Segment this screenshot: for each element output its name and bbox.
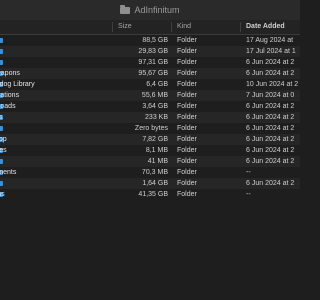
file-name: ations xyxy=(0,191,5,198)
file-kind: Folder xyxy=(177,48,197,55)
file-kind: Folder xyxy=(177,37,197,44)
file-name: eamdog Library xyxy=(0,81,35,88)
file-name: pplications xyxy=(0,92,20,99)
folder-icon xyxy=(120,4,131,14)
column-separator xyxy=(112,22,113,32)
file-kind: Folder xyxy=(177,81,197,88)
file-date-added: -- xyxy=(246,169,251,176)
file-date-added: 6 Jun 2024 at 2 xyxy=(246,114,295,121)
file-kind: Folder xyxy=(177,92,197,99)
table-row[interactable]: red 1,64 GB Folder 6 Jun 2024 at 2 xyxy=(0,178,300,189)
table-row[interactable]: eamdog Library 6,4 GB Folder 10 Jun 2024 at… xyxy=(0,79,300,90)
table-row[interactable]: pplications 55,6 MB Folder 7 Jun 2024 at 0 xyxy=(0,90,300,101)
file-date-added: 10 Jun 2024 at 2 xyxy=(246,81,299,88)
file-kind: Folder xyxy=(177,125,197,132)
table-row[interactable]: esktop 7,82 GB Folder 6 Jun 2024 at 2 xyxy=(0,134,300,145)
table-row[interactable]: ovies 233 KB Folder 6 Jun 2024 at 2 xyxy=(0,112,300,123)
file-size: 7,82 GB xyxy=(142,136,168,143)
file-size: 29,83 GB xyxy=(138,48,168,55)
file-name: ublic xyxy=(0,123,116,134)
table-row[interactable]: ownloads 3,64 GB Folder 6 Jun 2024 at 2 xyxy=(0,101,300,112)
file-size: 6,4 GB xyxy=(146,81,168,88)
file-name: ovies xyxy=(0,114,3,121)
window-title: AdInfinitum xyxy=(134,5,180,15)
file-date-added: 6 Jun 2024 at 2 xyxy=(246,70,295,77)
table-row[interactable]: usic 41 MB Folder 6 Jun 2024 at 2 xyxy=(0,156,300,167)
column-size-header[interactable]: Size xyxy=(118,20,132,34)
table-row[interactable]: ublic Zero bytes Folder 6 Jun 2024 at 2 xyxy=(0,123,300,134)
file-name: ofweapons xyxy=(0,70,20,77)
file-date-added: 17 Aug 2024 at xyxy=(246,37,294,44)
table-row[interactable]: ocuments 70,3 MB Folder -- xyxy=(0,167,300,178)
file-name: ictures xyxy=(0,147,7,154)
file-size: 3,64 GB xyxy=(142,103,168,110)
column-separator xyxy=(240,22,241,32)
file-date-added: 17 Jul 2024 at 1 xyxy=(246,48,296,55)
file-name: ownloads xyxy=(0,103,16,110)
column-separator xyxy=(171,22,172,32)
file-name: n xyxy=(0,46,116,57)
file-name: red xyxy=(0,178,116,189)
file-size: 8,1 MB xyxy=(145,147,168,154)
column-date-added-header[interactable]: Date Added xyxy=(246,20,316,34)
column-header: Size Kind Date Added xyxy=(0,20,300,35)
file-size: 97,31 GB xyxy=(138,59,168,66)
file-kind: Folder xyxy=(177,180,197,187)
file-kind: Folder xyxy=(177,136,197,143)
file-name xyxy=(0,57,116,68)
file-date-added: 6 Jun 2024 at 2 xyxy=(246,180,295,187)
file-kind: Folder xyxy=(177,59,197,66)
file-size: Zero bytes xyxy=(134,125,168,132)
table-row[interactable]: ations 41,35 GB Folder -- xyxy=(0,189,300,200)
file-kind: Folder xyxy=(177,103,197,110)
file-list: y 88,5 GB Folder 17 Aug 2024 at n 29,83 GB Fol… xyxy=(0,35,300,200)
file-date-added: 7 Jun 2024 at 0 xyxy=(246,92,295,99)
file-size: 88,5 GB xyxy=(142,37,168,44)
file-date-added: 6 Jun 2024 at 2 xyxy=(246,125,295,132)
file-kind: Folder xyxy=(177,158,197,165)
table-row[interactable]: ictures 8,1 MB Folder 6 Jun 2024 at 2 xyxy=(0,145,300,156)
file-date-added: 6 Jun 2024 at 2 xyxy=(246,59,295,66)
file-name: usic xyxy=(0,156,116,167)
file-size: 1,64 GB xyxy=(142,180,168,187)
table-row[interactable]: y 88,5 GB Folder 17 Aug 2024 at xyxy=(0,35,300,46)
file-name: y xyxy=(0,35,116,46)
file-kind: Folder xyxy=(177,114,197,121)
file-name: ocuments xyxy=(0,169,17,176)
file-kind: Folder xyxy=(177,70,197,77)
file-kind: Folder xyxy=(177,147,197,154)
file-name: esktop xyxy=(0,136,7,143)
file-date-added: 6 Jun 2024 at 2 xyxy=(246,158,295,165)
file-size: 41,35 GB xyxy=(138,191,168,198)
file-kind: Folder xyxy=(177,191,197,198)
table-row[interactable]: 97,31 GB Folder 6 Jun 2024 at 2 xyxy=(0,57,300,68)
file-size: 95,67 GB xyxy=(138,70,168,77)
file-date-added: 6 Jun 2024 at 2 xyxy=(246,136,295,143)
file-size: 233 KB xyxy=(145,114,168,121)
file-date-added: 6 Jun 2024 at 2 xyxy=(246,147,295,154)
file-size: 41 MB xyxy=(147,158,168,165)
file-size: 70,3 MB xyxy=(141,169,168,176)
file-kind: Folder xyxy=(177,169,197,176)
table-row[interactable]: ofweapons 95,67 GB Folder 6 Jun 2024 at 2 xyxy=(0,68,300,79)
file-size: 55,6 MB xyxy=(141,92,168,99)
file-date-added: 6 Jun 2024 at 2 xyxy=(246,103,295,110)
table-row[interactable]: n 29,83 GB Folder 17 Jul 2024 at 1 xyxy=(0,46,300,57)
file-date-added: -- xyxy=(246,191,251,198)
column-kind-header[interactable]: Kind xyxy=(177,20,191,34)
window-titlebar: AdInfinitum xyxy=(0,0,300,21)
